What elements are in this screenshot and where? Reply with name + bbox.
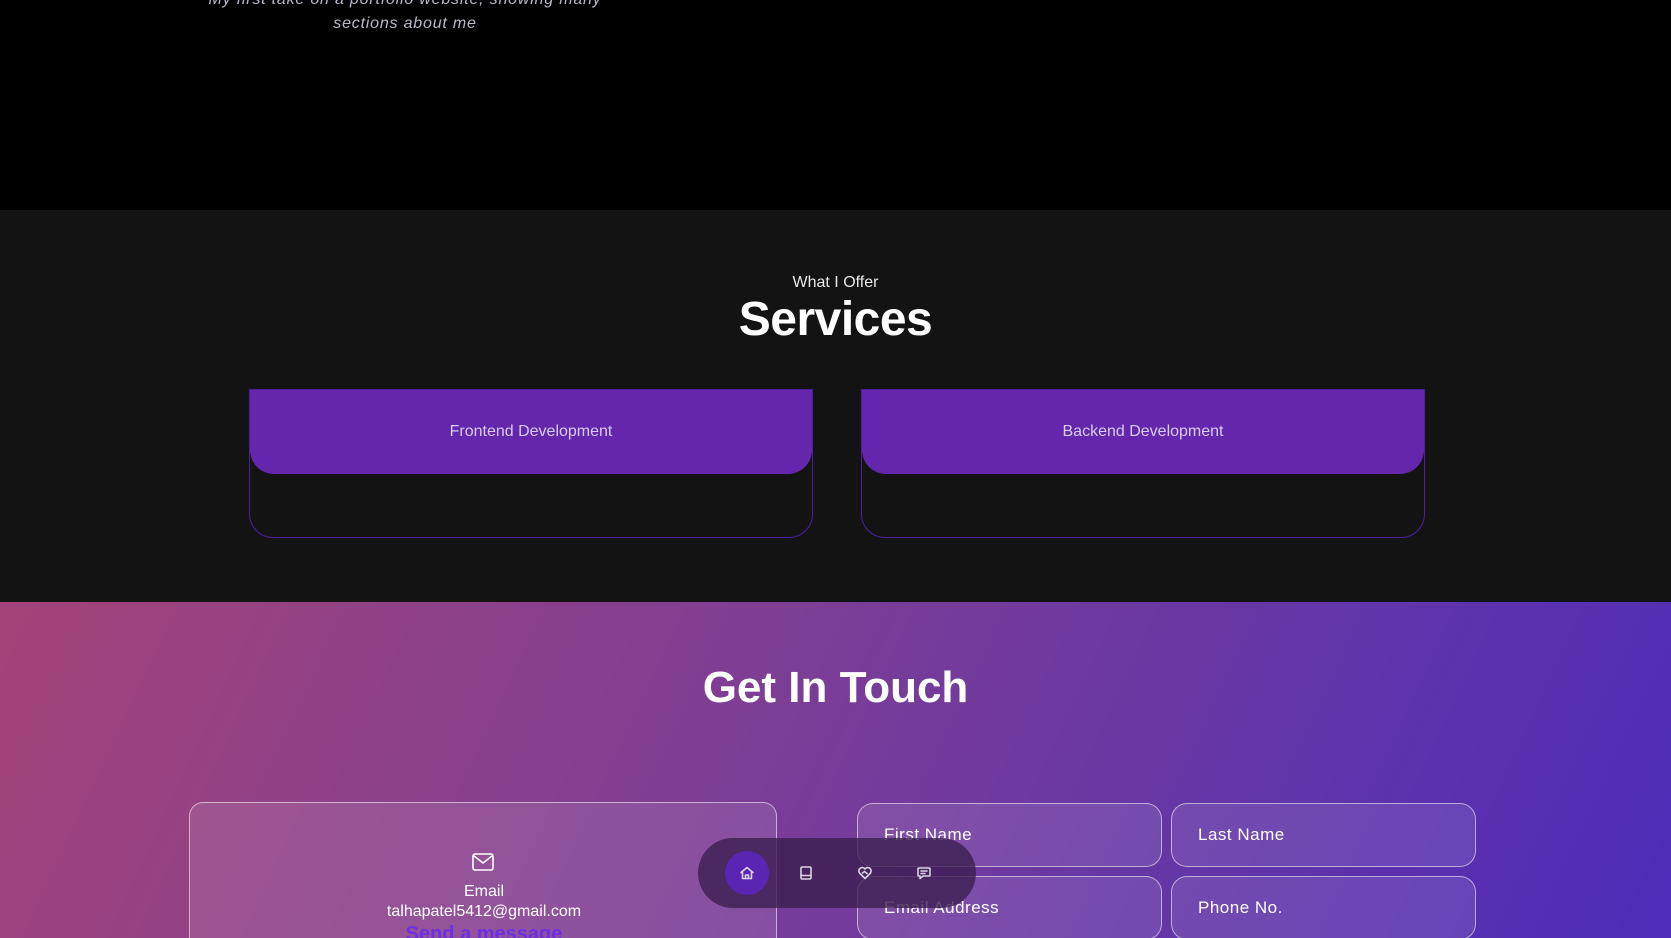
book-icon <box>800 866 812 880</box>
contact-title: Get In Touch <box>702 663 969 712</box>
hero-tagline: My first take on a portfolio website, sh… <box>205 0 605 36</box>
service-card-backend[interactable]: Backend Development <box>861 389 1425 538</box>
nav-services-button[interactable] <box>843 851 887 895</box>
hero-section: My first take on a portfolio website, sh… <box>0 0 1671 210</box>
message-icon <box>917 867 931 880</box>
service-card-frontend[interactable]: Frontend Development <box>249 389 813 538</box>
hero-tagline-line1: My first take on a portfolio website, sh… <box>208 0 601 8</box>
service-card-label: Frontend Development <box>449 423 613 440</box>
email-address: talhapatel5412@gmail.com <box>386 903 582 920</box>
home-icon <box>740 866 754 880</box>
services-section: What I Offer Services Frontend Developme… <box>0 210 1671 602</box>
nav-about-button[interactable] <box>784 851 828 895</box>
email-label: Email <box>463 883 504 900</box>
service-card-label: Backend Development <box>1062 423 1224 440</box>
services-subtitle: What I Offer <box>792 274 879 291</box>
nav-home-button[interactable] <box>725 851 769 895</box>
nav-contact-button[interactable] <box>902 851 946 895</box>
floating-nav-dock <box>698 838 976 908</box>
service-card-header: Frontend Development <box>250 390 812 474</box>
services-title: Services <box>738 293 933 346</box>
hero-tagline-line2: sections about me <box>333 15 477 32</box>
phone-field[interactable] <box>1171 876 1476 938</box>
service-card-header: Backend Development <box>862 390 1424 474</box>
send-message-link[interactable]: Send a message <box>190 923 778 938</box>
mail-icon <box>472 853 494 871</box>
email-card: Email talhapatel5412@gmail.com Send a me… <box>189 802 777 938</box>
handshake-heart-icon <box>858 866 872 880</box>
last-name-field[interactable] <box>1171 803 1476 867</box>
